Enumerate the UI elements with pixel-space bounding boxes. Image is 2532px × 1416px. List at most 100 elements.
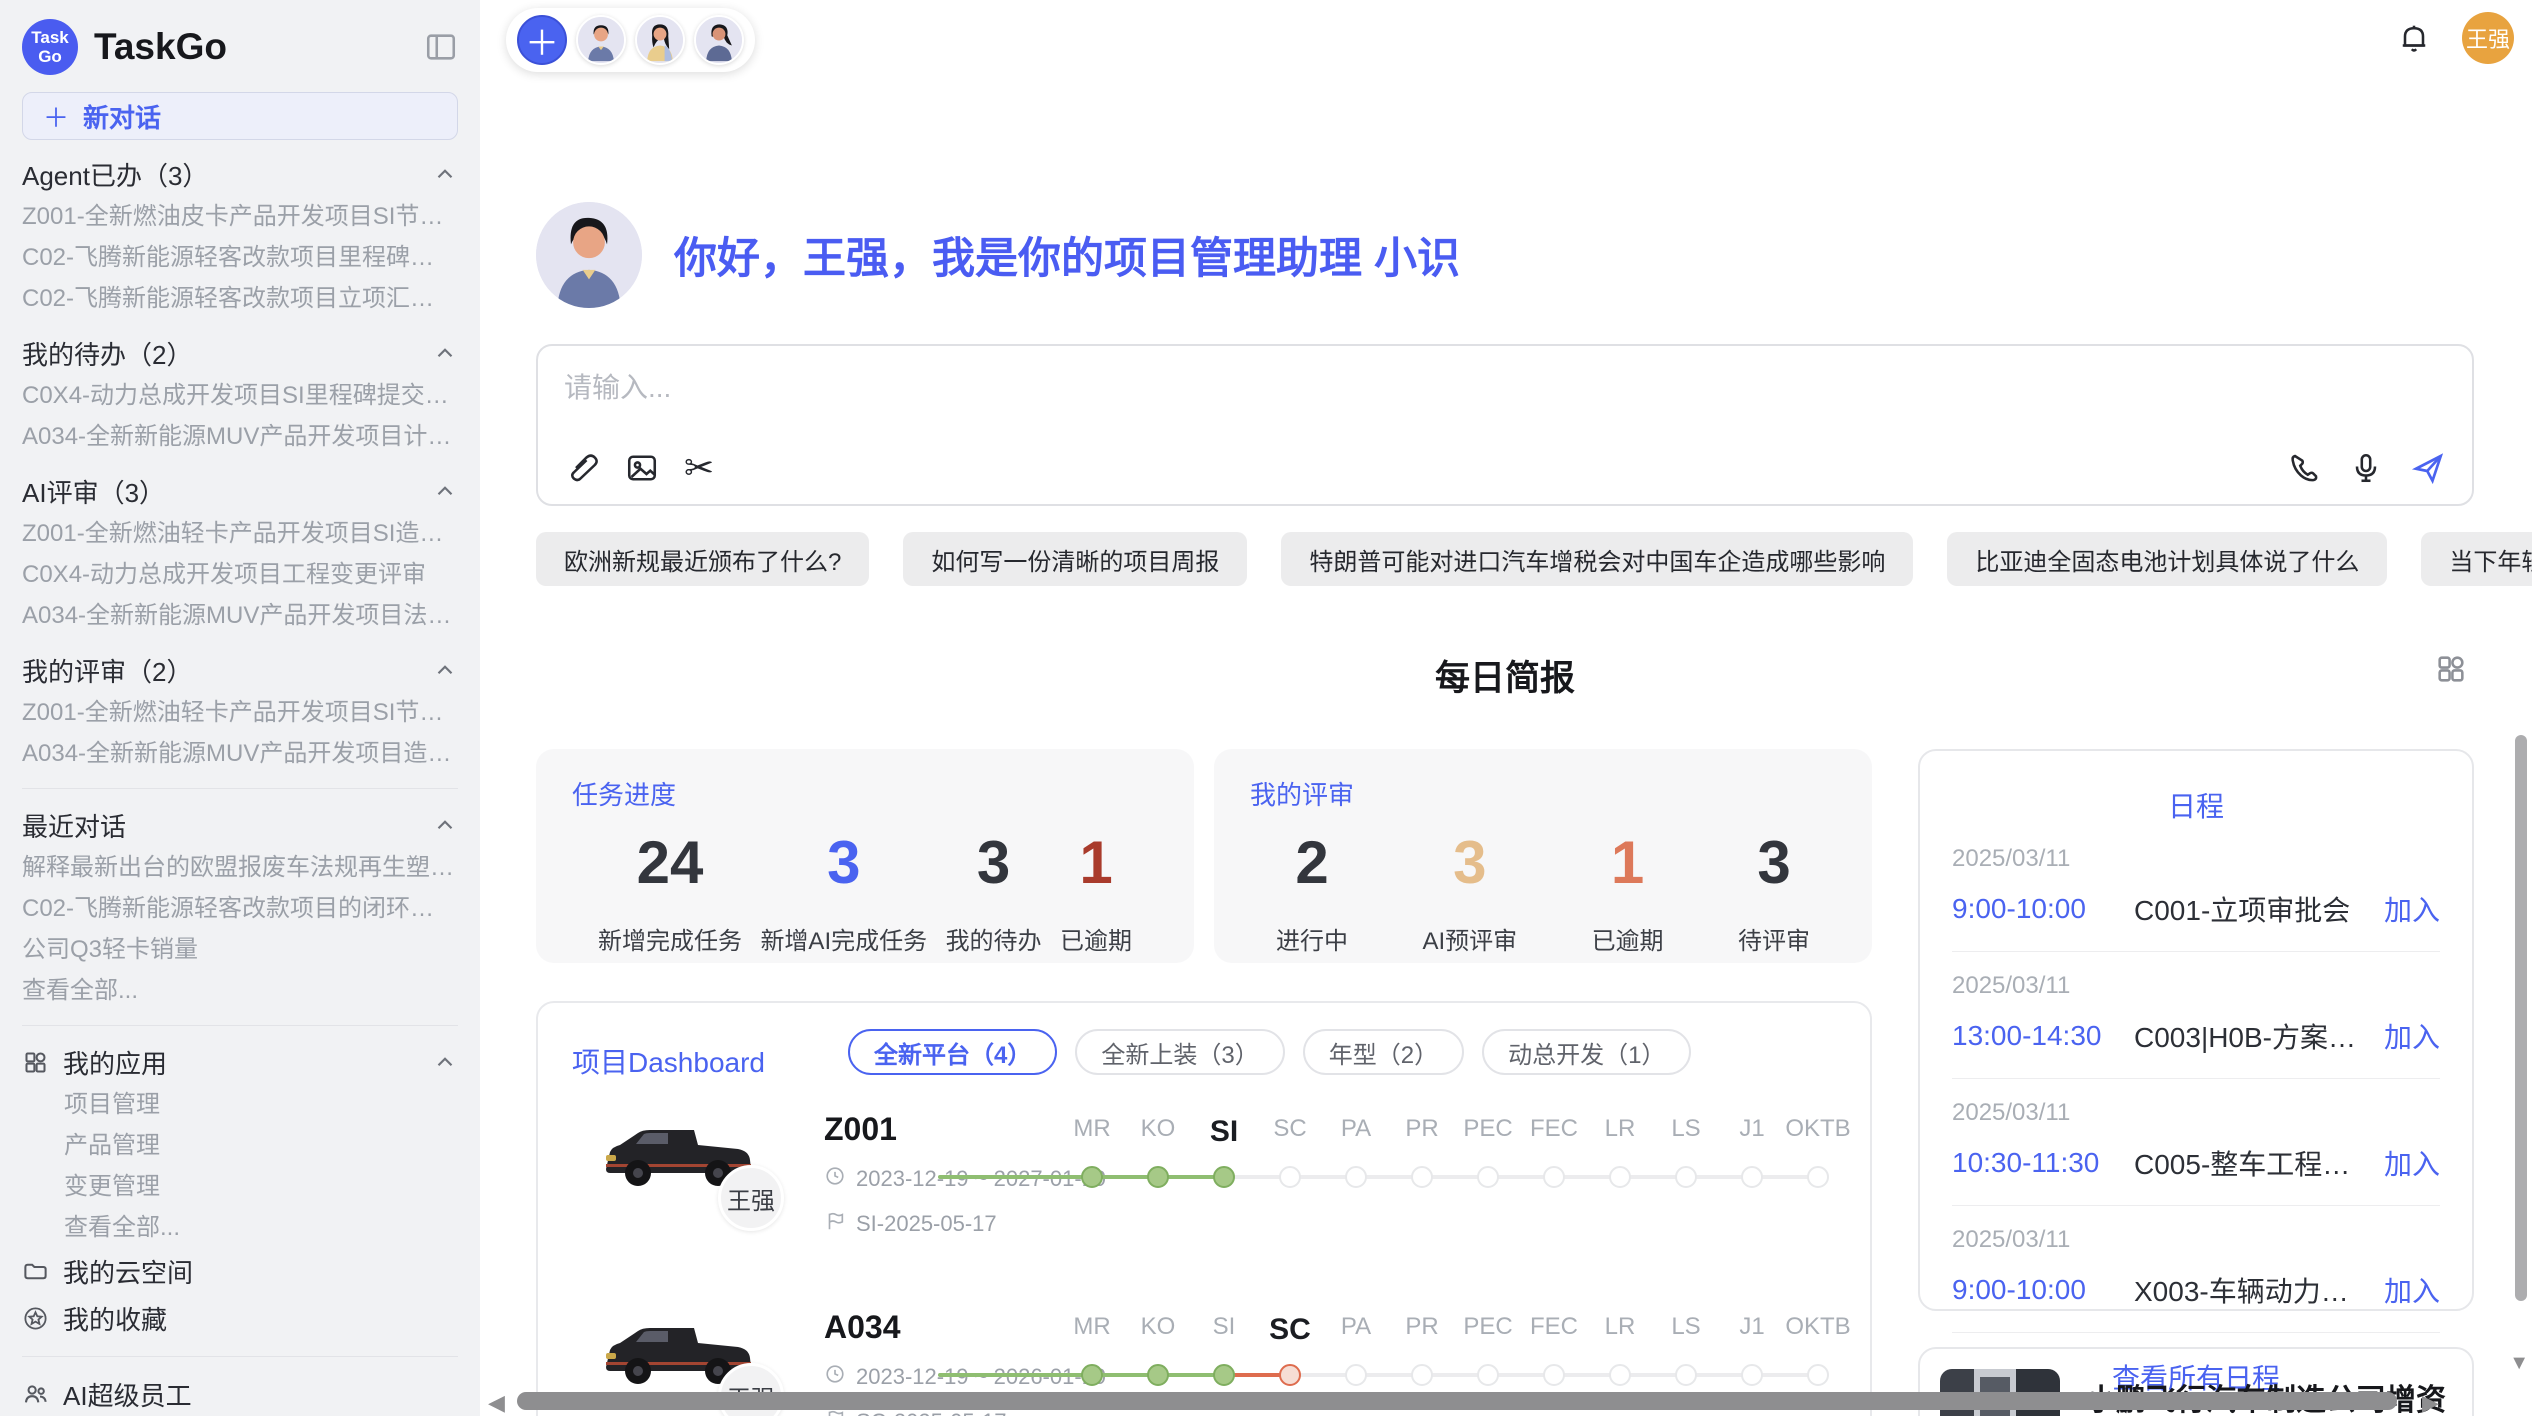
sidebar-item[interactable]: C02-飞腾新能源轻客改款项目里程碑画布 bbox=[22, 237, 458, 278]
user-avatar[interactable]: 王强 bbox=[2462, 12, 2514, 64]
screenshot-scissors-icon[interactable]: ✂ bbox=[684, 450, 714, 486]
new-chat-button[interactable]: ＋ 新对话 bbox=[22, 92, 458, 140]
sidebar-section-header[interactable]: 我的待办（2） bbox=[22, 331, 458, 375]
suggestion-chip[interactable]: 当下年轻人对汽车外观有怎样的喜好趋势 bbox=[2421, 532, 2532, 586]
stat-label: 我的待办 bbox=[946, 921, 1042, 956]
agent-avatar-2[interactable] bbox=[635, 15, 685, 65]
horizontal-scrollbar[interactable] bbox=[517, 1392, 2397, 1410]
sidebar-item[interactable]: Z001-全新燃油轻卡产品开发项目SI节点属性5D文件评审 bbox=[22, 692, 458, 733]
milestone-label: PA bbox=[1323, 1115, 1389, 1149]
stat-value: 3 bbox=[760, 828, 927, 897]
taskgo-logo: Task Go bbox=[22, 19, 78, 75]
milestone-dot bbox=[1675, 1364, 1697, 1386]
milestone-label: KO bbox=[1125, 1313, 1191, 1347]
sidebar-section-header[interactable]: 我的评审（2） bbox=[22, 648, 458, 692]
schedule-row: 9:00-10:00X003-车辆动力学性能验...加入 bbox=[1952, 1270, 2440, 1310]
stat-card-title: 我的评审 bbox=[1250, 775, 1836, 812]
add-agent-button[interactable]: ＋ bbox=[517, 15, 567, 65]
milestone-label: J1 bbox=[1719, 1115, 1785, 1149]
agent-avatar-3[interactable] bbox=[694, 15, 744, 65]
dashboard-tab[interactable]: 动总开发（1） bbox=[1482, 1029, 1691, 1075]
stat-value: 24 bbox=[598, 828, 742, 897]
sidebar-item[interactable]: C0X4-动力总成开发项目SI里程碑提交物检查 bbox=[22, 375, 458, 416]
sidebar-item[interactable]: C0X4-动力总成开发项目工程变更评审 bbox=[22, 554, 458, 595]
suggestion-chip[interactable]: 比亚迪全固态电池计划具体说了什么 bbox=[1947, 532, 2387, 586]
sidebar: Task Go TaskGo ＋ 新对话 Agent已办（3）Z001-全新燃油… bbox=[0, 0, 480, 1416]
join-meeting-link[interactable]: 加入 bbox=[2384, 1270, 2440, 1310]
microphone-icon[interactable] bbox=[2348, 450, 2384, 486]
chevron-up-icon bbox=[432, 657, 458, 683]
cloud-folder-icon bbox=[22, 1258, 49, 1285]
daily-stat-cards: 任务进度24新增完成任务3新增AI完成任务3我的待办1已逾期我的评审2进行中3A… bbox=[536, 749, 1872, 963]
schedule-items: 2025/03/119:00-10:00C001-立项审批会加入2025/03/… bbox=[1952, 825, 2440, 1333]
send-icon[interactable] bbox=[2410, 450, 2446, 486]
recent-items: 解释最新出台的欧盟报废车法规再生塑料比例被调至15%...C02-飞腾新能源轻客… bbox=[22, 847, 458, 970]
chat-input[interactable] bbox=[564, 372, 1918, 404]
recent-chat-item[interactable]: C02-飞腾新能源轻客改款项目的闭环通告反馈情况 bbox=[22, 888, 458, 929]
recent-chat-item[interactable]: 解释最新出台的欧盟报废车法规再生塑料比例被调至15%... bbox=[22, 847, 458, 888]
sidebar-item[interactable]: A034-全新新能源MUV产品开发项目法规符合性评审 bbox=[22, 595, 458, 636]
attachment-icon[interactable] bbox=[564, 450, 600, 486]
sidebar-item-cloud-space[interactable]: 我的云空间 bbox=[22, 1248, 458, 1295]
recent-chat-item[interactable]: 公司Q3轻卡销量 bbox=[22, 929, 458, 970]
milestone-dot bbox=[1741, 1166, 1763, 1188]
recent-section-header[interactable]: 最近对话 bbox=[22, 803, 458, 847]
app-link-item[interactable]: 项目管理 bbox=[22, 1084, 458, 1125]
topbar-right: 王强 bbox=[2396, 12, 2514, 64]
hscroll-right-arrow[interactable]: ▶ bbox=[2422, 1390, 2439, 1416]
notification-bell-icon[interactable] bbox=[2396, 20, 2432, 56]
vertical-scrollbar[interactable] bbox=[2515, 735, 2527, 1301]
image-upload-icon[interactable] bbox=[624, 450, 660, 486]
sidebar-collapse-icon[interactable] bbox=[424, 30, 458, 64]
schedule-item: 2025/03/1113:00-14:30C003|H0B-方案冻结评审加入 bbox=[1952, 952, 2440, 1079]
sidebar-divider bbox=[22, 788, 458, 789]
sidebar-section-header[interactable]: AI评审（3） bbox=[22, 469, 458, 513]
dashboard-tab[interactable]: 全新平台（4） bbox=[848, 1029, 1057, 1075]
sidebar-item[interactable]: A034-全新新能源MUV产品开发项目计划变更表编写 bbox=[22, 416, 458, 457]
project-milestone-text: SI-2025-05-17 bbox=[856, 1211, 997, 1237]
join-meeting-link[interactable]: 加入 bbox=[2384, 889, 2440, 929]
stat-columns: 2进行中3AI预评审1已逾期3待评审 bbox=[1250, 828, 1836, 956]
project-row[interactable]: 王强Z0012023-12-19 ~ 2027-01-19SI-2025-05-… bbox=[538, 1089, 1870, 1287]
schedule-item: 2025/03/119:00-10:00X003-车辆动力学性能验...加入 bbox=[1952, 1206, 2440, 1333]
dashboard-title: 项目Dashboard bbox=[572, 1041, 765, 1081]
layout-grid-icon[interactable] bbox=[2434, 652, 2468, 686]
milestone-label: J1 bbox=[1719, 1313, 1785, 1347]
stat-value: 3 bbox=[1422, 828, 1517, 897]
sidebar-item[interactable]: Z001-全新燃油轻卡产品开发项目SI造型提交物评审 bbox=[22, 513, 458, 554]
suggestion-chip[interactable]: 欧洲新规最近颁布了什么? bbox=[536, 532, 869, 586]
vscroll-down-arrow[interactable]: ▼ bbox=[2509, 1352, 2529, 1375]
schedule-row: 10:30-11:30C005-整车工程目标评审加入 bbox=[1952, 1143, 2440, 1183]
recent-view-all[interactable]: 查看全部... bbox=[22, 970, 458, 1011]
sidebar-item[interactable]: A034-全新新能源MUV产品开发项目造型可行性评审 bbox=[22, 733, 458, 774]
sidebar-item[interactable]: Z001-全新燃油皮卡产品开发项目SI节点Lesson Learn报告 bbox=[22, 196, 458, 237]
suggestion-chip[interactable]: 如何写一份清晰的项目周报 bbox=[903, 532, 1247, 586]
dashboard-tab[interactable]: 全新上装（3） bbox=[1075, 1029, 1284, 1075]
milestone-label: PEC bbox=[1455, 1313, 1521, 1347]
stat-value: 3 bbox=[946, 828, 1042, 897]
suggestion-chip[interactable]: 特朗普可能对进口汽车增税会对中国车企造成哪些影响 bbox=[1281, 532, 1913, 586]
stat: 3待评审 bbox=[1738, 828, 1810, 956]
milestone-label: SI bbox=[1191, 1115, 1257, 1149]
schedule-row: 13:00-14:30C003|H0B-方案冻结评审加入 bbox=[1952, 1016, 2440, 1056]
sidebar-section-header[interactable]: Agent已办（3） bbox=[22, 152, 458, 196]
sidebar-item-ai-staff[interactable]: AI超级员工 bbox=[22, 1371, 458, 1416]
app-link-item[interactable]: 产品管理 bbox=[22, 1125, 458, 1166]
join-meeting-link[interactable]: 加入 bbox=[2384, 1143, 2440, 1183]
apps-view-all[interactable]: 查看全部... bbox=[22, 1207, 458, 1248]
voice-call-icon[interactable] bbox=[2286, 450, 2322, 486]
sidebar-item[interactable]: C02-飞腾新能源轻客改款项目立项汇报方案 bbox=[22, 278, 458, 319]
app-link-item[interactable]: 变更管理 bbox=[22, 1166, 458, 1207]
sidebar-item-favorites[interactable]: 我的收藏 bbox=[22, 1295, 458, 1342]
milestone-label: LR bbox=[1587, 1313, 1653, 1347]
sidebar-item-label: AI超级员工 bbox=[63, 1376, 192, 1413]
greeting-text: 你好，王强，我是你的项目管理助理 小识 bbox=[674, 224, 1460, 286]
chevron-up-icon bbox=[432, 340, 458, 366]
agent-avatar-1[interactable] bbox=[576, 15, 626, 65]
apps-section-header[interactable]: 我的应用 bbox=[22, 1040, 458, 1084]
join-meeting-link[interactable]: 加入 bbox=[2384, 1016, 2440, 1056]
dashboard-tab[interactable]: 年型（2） bbox=[1303, 1029, 1464, 1075]
recent-section-title: 最近对话 bbox=[22, 807, 432, 844]
hscroll-left-arrow[interactable]: ◀ bbox=[488, 1390, 505, 1416]
schedule-item: 2025/03/1110:30-11:30C005-整车工程目标评审加入 bbox=[1952, 1079, 2440, 1206]
